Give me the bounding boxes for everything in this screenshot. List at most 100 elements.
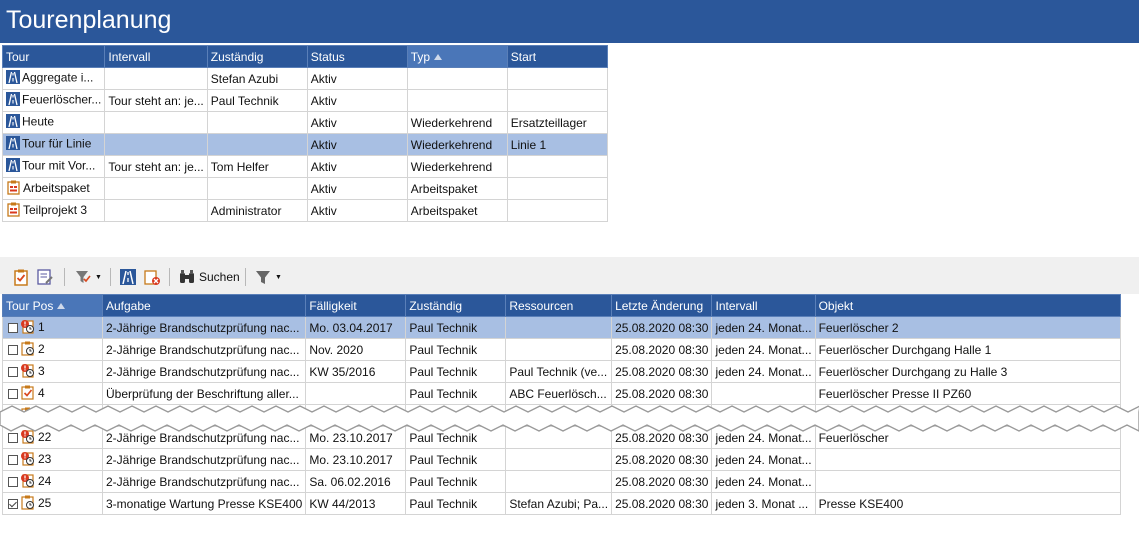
task-cell-intervall: jeden 24. Monat... [711, 360, 816, 383]
tour-cell-status: Aktiv [306, 199, 408, 222]
task-checkbox[interactable] [8, 476, 18, 487]
add-tour-button[interactable] [117, 266, 139, 288]
filter-dropdown[interactable]: ▼ [252, 266, 284, 288]
column-header-status[interactable]: Status [306, 45, 408, 68]
tour-cell-tour: Tour für Linie [1, 133, 106, 156]
column-header-intervall[interactable]: Intervall [104, 45, 208, 68]
task-checkbox[interactable] [8, 498, 18, 509]
tour-cell-status: Aktiv [306, 111, 408, 134]
task-cell-zustaendig: Paul Technik [405, 470, 507, 493]
task-checkbox[interactable] [8, 388, 18, 399]
tour-cell-typ: Wiederkehrend [406, 111, 508, 134]
column-header-objekt[interactable]: Objekt [814, 294, 1121, 317]
task-cell-zustaendig: Paul Technik [405, 382, 507, 405]
tour-row[interactable]: Arbeitspaket Aktiv Arbeitspaket [1, 177, 608, 200]
task-checkbox[interactable] [8, 454, 18, 465]
task-row[interactable]: 24 2-Jährige Brandschutzprüfung nac... Sa.… [2, 470, 1121, 493]
tour-cell-zustaendig: Tom Helfer [206, 155, 308, 178]
column-header-start[interactable]: Start [506, 45, 608, 68]
task-cell-ressourcen [505, 448, 613, 471]
tour-cell-typ: Wiederkehrend [406, 133, 508, 156]
task-checkbox[interactable] [8, 344, 18, 355]
tour-cell-status: Aktiv [306, 89, 408, 112]
column-header-typ[interactable]: Typ [406, 45, 508, 68]
remove-task-button[interactable] [141, 266, 163, 288]
tour-cell-zustaendig: Stefan Azubi [206, 67, 308, 90]
tour-cell-intervall: Tour steht an: je... [104, 89, 208, 112]
task-cell-pos: 23 [2, 448, 103, 471]
task-cell-faelligkeit: Sa. 06.02.2016 [305, 470, 407, 493]
tour-cell-tour: Heute [1, 111, 106, 134]
omitted-rows-break-icon [0, 405, 1139, 432]
search-button[interactable]: Suchen [176, 266, 242, 288]
search-button-label: Suchen [199, 270, 240, 284]
task-row[interactable]: 4 Überprüfung der Beschriftung aller... Pa… [2, 382, 1121, 405]
tour-row[interactable]: Heute Aktiv Wiederkehrend Ersatzteillager [1, 111, 608, 134]
task-cell-aufgabe: Überprüfung der Beschriftung aller... [101, 382, 307, 405]
remove-task-icon [144, 270, 160, 285]
column-header-aufgabe[interactable]: Aufgabe [101, 294, 307, 317]
tour-cell-intervall [104, 111, 208, 134]
task-cell-pos: 1 [2, 316, 103, 339]
column-header-tour-pos[interactable]: Tour Pos [2, 294, 103, 317]
task-row[interactable]: 2 2-Jährige Brandschutzprüfung nac... Nov.… [2, 338, 1121, 361]
task-cell-objekt [814, 470, 1121, 493]
task-checkbox[interactable] [8, 322, 18, 333]
task-cell-faelligkeit: KW 44/2013 [305, 492, 407, 515]
tasks-header-row: Tour Pos Aufgabe Fälligkeit Zuständig Re… [2, 294, 1121, 317]
task-cell-zustaendig: Paul Technik [405, 360, 507, 383]
task-cell-aufgabe: 2-Jährige Brandschutzprüfung nac... [101, 338, 307, 361]
task-cell-ressourcen [505, 338, 613, 361]
task-cell-ressourcen [505, 470, 613, 493]
tour-icon [120, 269, 136, 285]
column-header-zustaendig[interactable]: Zuständig [405, 294, 507, 317]
task-cell-aufgabe: 3-monatige Wartung Presse KSE400 [101, 492, 307, 515]
task-position: 25 [38, 495, 52, 510]
column-header-letzte-aenderung[interactable]: Letzte Änderung [611, 294, 713, 317]
task-cell-pos: 3 [2, 360, 103, 383]
tour-cell-intervall: Tour steht an: je... [104, 155, 208, 178]
tour-cell-zustaendig: Paul Technik [206, 89, 308, 112]
column-header-zustaendig[interactable]: Zuständig [206, 45, 308, 68]
task-row[interactable]: 3 2-Jährige Brandschutzprüfung nac... KW 3… [2, 360, 1121, 383]
tour-row[interactable]: Tour mit Vor... Tour steht an: je... Tom H… [1, 155, 608, 178]
new-task-button[interactable] [10, 266, 32, 288]
task-cell-aenderung: 25.08.2020 08:30 [611, 382, 713, 405]
task-cell-zustaendig: Paul Technik [405, 338, 507, 361]
task-checkbox[interactable] [8, 366, 18, 377]
tour-cell-status: Aktiv [306, 67, 408, 90]
page-title: Tourenplanung [6, 6, 172, 34]
task-row[interactable]: 25 3-monatige Wartung Presse KSE400 KW 44/… [2, 492, 1121, 515]
task-cell-intervall: jeden 24. Monat... [711, 338, 816, 361]
task-row[interactable]: 23 2-Jährige Brandschutzprüfung nac... Mo.… [2, 448, 1121, 471]
column-header-intervall[interactable]: Intervall [711, 294, 816, 317]
task-cell-pos: 25 [2, 492, 103, 515]
tour-icon [6, 136, 20, 153]
column-header-faelligkeit[interactable]: Fälligkeit [305, 294, 407, 317]
tour-row[interactable]: Tour für Linie Aktiv Wiederkehrend Linie 1 [1, 133, 608, 156]
edit-task-button[interactable] [34, 266, 56, 288]
tour-row[interactable]: Feuerlöscher... Tour steht an: je... Paul … [1, 89, 608, 112]
task-cell-zustaendig: Paul Technik [405, 492, 507, 515]
tour-cell-intervall [104, 67, 208, 90]
task-cell-pos: 24 [2, 470, 103, 493]
task-checkbox[interactable] [8, 432, 18, 443]
tour-row[interactable]: Aggregate i... Stefan Azubi Aktiv [1, 67, 608, 90]
tour-cell-start [506, 199, 608, 222]
task-cell-pos: 4 [2, 382, 103, 405]
task-cell-intervall: jeden 24. Monat... [711, 470, 816, 493]
sort-ascending-icon [57, 303, 66, 310]
tours-header-row: Tour Intervall Zuständig Status Typ Star… [1, 45, 608, 68]
tour-icon [6, 70, 20, 87]
tour-cell-typ: Arbeitspaket [406, 199, 508, 222]
tour-row[interactable]: Teilprojekt 3 Administrator Aktiv Arbeitspa… [1, 199, 608, 222]
task-position: 2 [38, 341, 45, 356]
task-row[interactable]: 1 2-Jährige Brandschutzprüfung nac... Mo. … [2, 316, 1121, 339]
filter-task-dropdown[interactable]: ▼ [72, 266, 104, 288]
column-header-tour[interactable]: Tour [1, 45, 106, 68]
task-clock-icon [20, 495, 36, 513]
tour-cell-zustaendig [206, 111, 308, 134]
task-cell-aufgabe: 2-Jährige Brandschutzprüfung nac... [101, 470, 307, 493]
column-header-ressourcen[interactable]: Ressourcen [505, 294, 613, 317]
task-cell-faelligkeit [305, 382, 407, 405]
